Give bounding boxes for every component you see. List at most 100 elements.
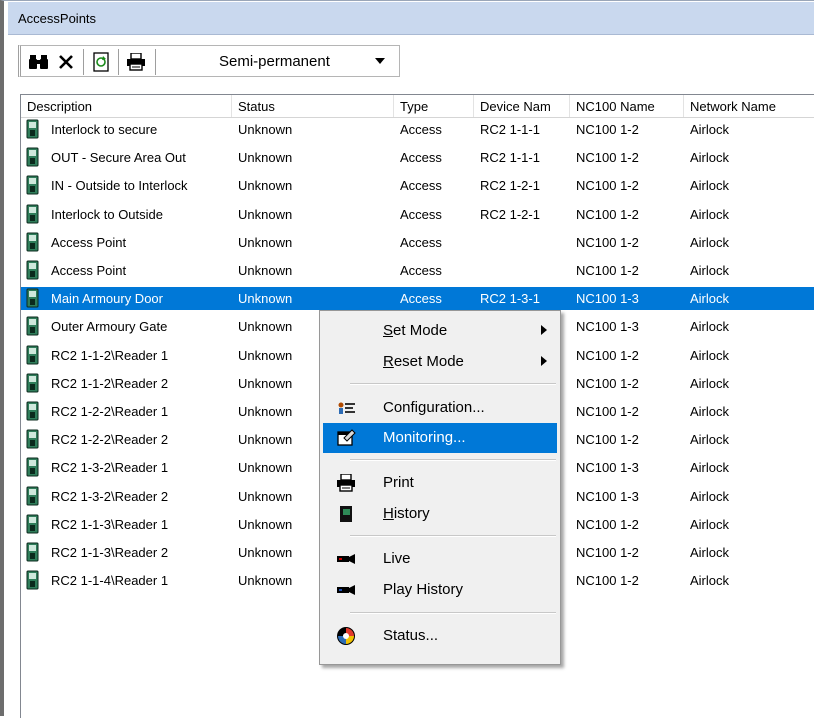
table-row[interactable]: Main Armoury Door Unknown Access RC2 1-3-1 N… xyxy=(21,287,814,311)
cell-description: RC2 1-1-2\Reader 2 xyxy=(51,375,169,391)
cell-description: Interlock to Outside xyxy=(51,206,163,222)
history-book-icon xyxy=(335,503,357,525)
cell-network: Airlock xyxy=(690,122,730,137)
table-row[interactable]: OUT - Secure Area Out Unknown Access RC2 1-… xyxy=(21,146,814,169)
card-reader-icon xyxy=(26,486,39,506)
menu-label-status: Status... xyxy=(383,627,439,644)
cell-nc100: NC100 1-2 xyxy=(576,122,639,137)
cell-nc100: NC100 1-2 xyxy=(576,375,639,391)
binoculars-icon[interactable] xyxy=(27,51,51,73)
table-row[interactable]: Interlock to Outside Unknown Access RC2 1-2… xyxy=(21,203,814,226)
menu-item-play-history[interactable]: Play History xyxy=(323,575,557,605)
cell-nc100: NC100 1-2 xyxy=(576,347,639,363)
menu-item-configuration[interactable]: Configuration... xyxy=(323,393,557,423)
column-header-type[interactable]: Type xyxy=(394,95,474,117)
menu-separator xyxy=(350,612,556,614)
cell-network: Airlock xyxy=(690,319,730,335)
table-row[interactable]: IN - Outside to Interlock Unknown Access RC… xyxy=(21,174,814,197)
cell-network: Airlock xyxy=(690,375,730,391)
card-reader-icon xyxy=(26,288,39,308)
menu-item-print[interactable]: Print xyxy=(323,468,557,498)
cell-status: Unknown xyxy=(238,150,293,166)
menu-item-set-mode[interactable]: Set Mode xyxy=(323,316,557,346)
refresh-icon[interactable] xyxy=(89,51,113,73)
delete-x-icon[interactable] xyxy=(54,51,78,73)
cell-description: RC2 1-3-2\Reader 1 xyxy=(51,460,169,476)
cell-network: Airlock xyxy=(690,488,730,504)
cell-device: RC2 1-2-1 xyxy=(480,206,540,222)
cell-nc100: NC100 1-2 xyxy=(576,404,639,419)
menu-label-monitoring: Monitoring... xyxy=(383,429,466,446)
cell-device: RC2 1-1-1 xyxy=(480,122,540,137)
card-reader-icon xyxy=(26,175,39,195)
status-icon xyxy=(335,625,357,647)
cell-nc100: NC100 1-2 xyxy=(576,206,639,222)
cell-description: RC2 1-2-2\Reader 2 xyxy=(51,432,169,448)
menu-item-monitoring[interactable]: Monitoring... xyxy=(323,423,557,453)
cell-description: Interlock to secure xyxy=(51,122,158,137)
cell-device: RC2 1-1-1 xyxy=(480,150,540,166)
toolbar-separator xyxy=(155,49,156,75)
menu-label-play-history: Play History xyxy=(383,581,464,598)
cell-description: RC2 1-2-2\Reader 1 xyxy=(51,404,169,419)
column-header-description[interactable]: Description xyxy=(21,95,232,117)
column-header-network-name[interactable]: Network Name xyxy=(684,95,814,117)
cell-description: Access Point xyxy=(51,263,127,278)
cell-type: Access xyxy=(400,291,442,307)
column-header-nc100-name[interactable]: NC100 Name xyxy=(570,95,684,117)
cell-network: Airlock xyxy=(690,291,730,307)
camera-icon xyxy=(335,579,357,601)
card-reader-icon xyxy=(26,232,39,252)
card-reader-icon xyxy=(26,373,39,393)
cell-status: Unknown xyxy=(238,178,293,194)
cell-network: Airlock xyxy=(690,206,730,222)
card-reader-icon xyxy=(26,542,39,562)
cell-description: RC2 1-1-3\Reader 2 xyxy=(51,545,169,560)
table-row[interactable]: Access Point Unknown Access NC100 1-2 Airloc… xyxy=(21,231,814,254)
chevron-down-icon[interactable] xyxy=(375,58,385,64)
cell-device: RC2 1-3-1 xyxy=(480,291,540,307)
cell-network: Airlock xyxy=(690,460,730,476)
printer-icon[interactable] xyxy=(124,51,148,73)
cell-type: Access xyxy=(400,206,442,222)
cell-type: Access xyxy=(400,263,442,278)
cell-nc100: NC100 1-2 xyxy=(576,545,639,560)
column-header-device-name[interactable]: Device Nam xyxy=(474,95,570,117)
menu-item-status[interactable]: Status... xyxy=(323,621,557,651)
menu-separator xyxy=(350,383,556,385)
menu-item-history[interactable]: History xyxy=(323,499,557,529)
access-points-window: AccessPoints Semi-permanent Description … xyxy=(0,0,814,718)
cell-description: Main Armoury Door xyxy=(51,291,163,307)
card-reader-icon xyxy=(26,345,39,365)
card-reader-icon xyxy=(26,457,39,477)
cell-description: RC2 1-3-2\Reader 2 xyxy=(51,488,169,504)
list-header: Description Status Type Device Nam NC100… xyxy=(21,95,814,118)
table-row[interactable]: Interlock to secure Unknown Access RC2 1-1-… xyxy=(21,118,814,141)
menu-item-live[interactable]: Live xyxy=(323,544,557,574)
cell-nc100: NC100 1-3 xyxy=(576,488,639,504)
card-reader-icon xyxy=(26,119,39,139)
card-reader-icon xyxy=(26,514,39,534)
table-row[interactable]: Access Point Unknown Access NC100 1-2 Airloc… xyxy=(21,259,814,282)
cell-nc100: NC100 1-2 xyxy=(576,178,639,194)
column-header-status[interactable]: Status xyxy=(232,95,394,117)
mode-dropdown[interactable]: Semi-permanent xyxy=(211,47,403,75)
cell-network: Airlock xyxy=(690,404,730,419)
card-reader-icon xyxy=(26,260,39,280)
cell-description: Access Point xyxy=(51,234,127,250)
printer-icon xyxy=(335,472,357,494)
cell-network: Airlock xyxy=(690,545,730,560)
card-reader-icon xyxy=(26,316,39,336)
cell-network: Airlock xyxy=(690,178,730,194)
configuration-icon xyxy=(335,397,357,419)
cell-type: Access xyxy=(400,234,442,250)
cell-network: Airlock xyxy=(690,347,730,363)
cell-device: RC2 1-2-1 xyxy=(480,178,540,194)
submenu-arrow-icon xyxy=(541,356,547,366)
cell-description: RC2 1-1-2\Reader 1 xyxy=(51,347,169,363)
mode-dropdown-value: Semi-permanent xyxy=(219,53,330,70)
menu-label-live: Live xyxy=(383,550,411,567)
menu-item-reset-mode[interactable]: Reset Mode xyxy=(323,347,557,377)
card-reader-icon xyxy=(26,147,39,167)
card-reader-icon xyxy=(26,570,39,590)
